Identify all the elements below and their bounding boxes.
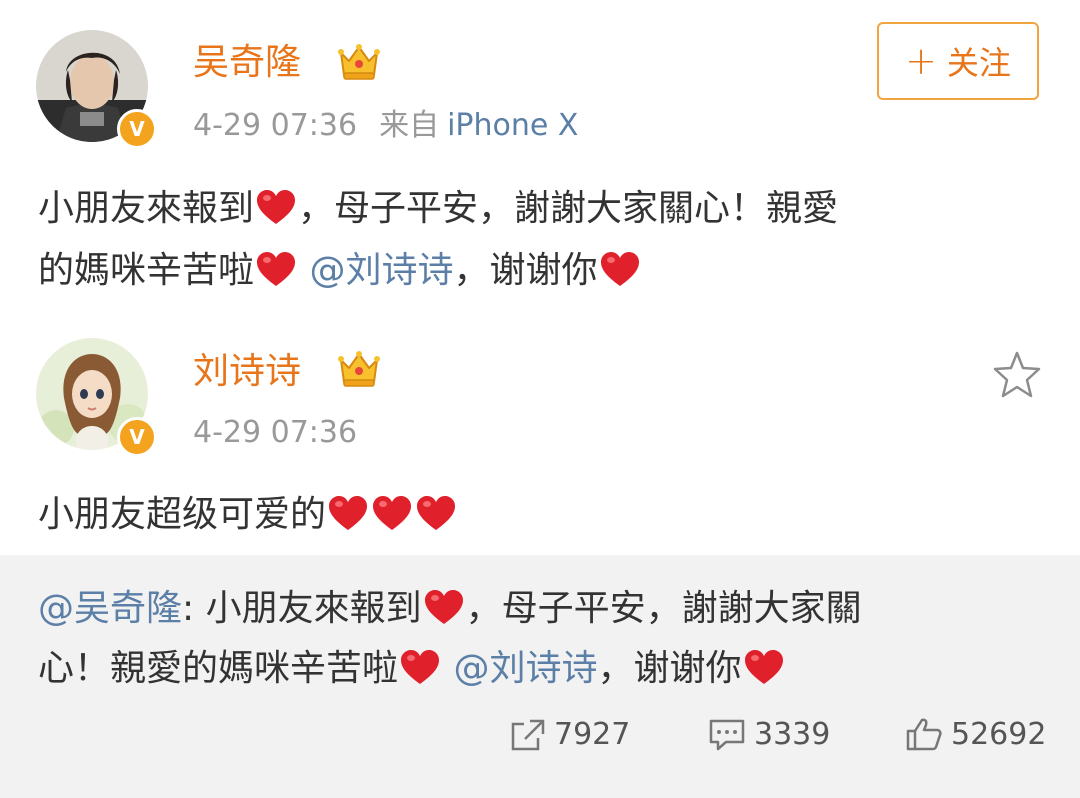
reply-time: 4-29 07:36 <box>193 415 358 450</box>
mention-link[interactable]: @刘诗诗 <box>453 648 597 689</box>
author-name[interactable]: 吴奇隆 <box>193 41 301 85</box>
post-content: 小朋友來報到 ，母子平安，謝謝大家關心！親愛 的媽咪辛苦啦 @刘诗诗，谢谢你 <box>38 178 1038 302</box>
heart-icon <box>744 650 784 686</box>
repost-text: @吴奇隆: 小朋友來報到 ，母子平安，謝謝大家關 心！親愛的媽咪辛苦啦 @刘诗诗，… <box>38 579 1038 699</box>
content-text: 心！親愛的媽咪辛苦啦 <box>38 648 399 689</box>
comment-count: 3339 <box>754 717 831 752</box>
device-link[interactable]: iPhone X <box>447 108 578 143</box>
weibo-post: V 吴奇隆 4-29 07:36 来自 iPhone X + 关注 小朋友來報到 ，母子… <box>0 0 1080 555</box>
content-text: ，谢谢你 <box>597 648 742 689</box>
star-icon[interactable] <box>992 350 1042 400</box>
heart-icon <box>600 252 640 288</box>
heart-icon <box>416 496 456 532</box>
like-count: 52692 <box>951 717 1047 752</box>
heart-icon <box>256 190 296 226</box>
heart-icon <box>424 590 464 626</box>
post-meta: 4-29 07:36 来自 iPhone X <box>193 108 578 144</box>
content-text: ，谢谢你 <box>453 250 598 291</box>
reply-author-name[interactable]: 刘诗诗 <box>193 350 301 394</box>
crown-icon <box>338 43 380 81</box>
content-text: ，母子平安，謝謝大家關 <box>465 588 862 629</box>
mention-link[interactable]: @刘诗诗 <box>309 250 453 291</box>
repost-stat[interactable]: 7927 <box>510 712 630 758</box>
verified-badge: V <box>117 417 157 457</box>
repost-count: 7927 <box>554 717 631 752</box>
thumbs-up-icon <box>906 718 942 751</box>
repost-box[interactable]: @吴奇隆: 小朋友來報到 ，母子平安，謝謝大家關 心！親愛的媽咪辛苦啦 @刘诗诗，… <box>0 555 1080 798</box>
crown-icon <box>338 350 380 388</box>
heart-icon <box>372 496 412 532</box>
reply-content: 小朋友超级可爱的 <box>38 484 1038 546</box>
mention-link[interactable]: @吴奇隆 <box>38 588 182 629</box>
follow-label: 关注 <box>946 44 1011 82</box>
heart-icon <box>400 650 440 686</box>
comment-icon <box>709 719 745 751</box>
content-text: 小朋友超级可爱的 <box>38 494 327 535</box>
content-text: : 小朋友來報到 <box>182 588 422 629</box>
heart-icon <box>256 252 296 288</box>
share-icon <box>511 719 545 751</box>
content-text: 的媽咪辛苦啦 <box>38 250 255 291</box>
like-stat[interactable]: 52692 <box>905 712 1046 758</box>
heart-icon <box>328 496 368 532</box>
follow-button[interactable]: + 关注 <box>877 22 1039 100</box>
content-text: 小朋友來報到 <box>38 188 255 229</box>
post-time: 4-29 07:36 <box>193 108 358 143</box>
source-label: 来自 <box>379 108 440 143</box>
comment-stat[interactable]: 3339 <box>708 712 830 758</box>
content-text: ，母子平安，謝謝大家關心！親愛 <box>298 188 839 229</box>
verified-badge: V <box>117 109 157 149</box>
plus-icon: + <box>905 39 937 83</box>
